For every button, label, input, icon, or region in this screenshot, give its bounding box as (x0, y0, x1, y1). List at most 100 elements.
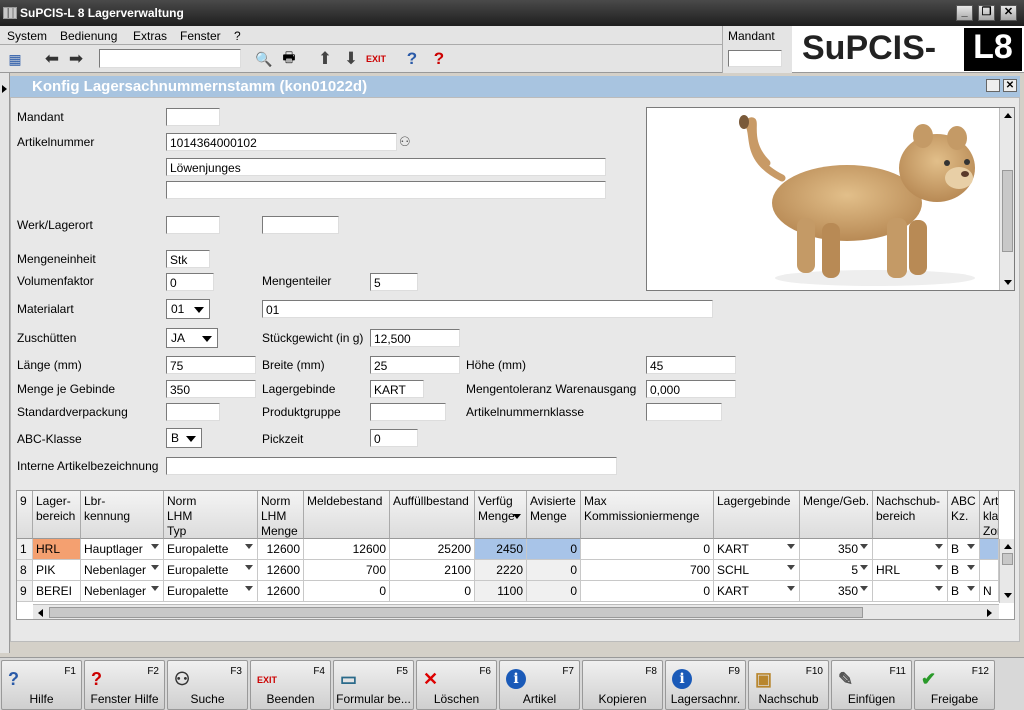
fkey-9-button[interactable]: F9 Lagersachnr. i (665, 660, 746, 710)
mengentoleranz-field[interactable]: 0,000 (646, 380, 736, 398)
grid-scroll-up-icon[interactable] (1004, 544, 1012, 549)
volumenfaktor-field[interactable]: 0 (166, 273, 214, 291)
hoehe-field[interactable]: 45 (646, 356, 736, 374)
table-cell[interactable]: Hauptlager (81, 539, 164, 560)
col-header[interactable]: Auffüllbestand (390, 491, 475, 539)
menu-bedienung[interactable]: Bedienung (60, 29, 117, 43)
image-scrollbar[interactable] (999, 108, 1014, 290)
menge-gebinde-field[interactable]: 350 (166, 380, 256, 398)
table-cell[interactable]: 25200 (390, 539, 475, 560)
artikelnummernklasse-field[interactable] (646, 403, 722, 421)
table-cell[interactable]: SCHL (714, 560, 800, 581)
table-cell[interactable]: 8 (17, 560, 33, 581)
bezeichnung1-field[interactable]: Löwenjunges (166, 158, 606, 176)
toolbar-input[interactable] (99, 49, 241, 68)
table-cell[interactable]: 0 (581, 539, 714, 560)
fkey-4-button[interactable]: F4 Beenden EXIT (250, 660, 331, 710)
back-arrow-icon[interactable]: ⬅ (40, 48, 64, 70)
fkey-12-button[interactable]: F12 Freigabe ✔ (914, 660, 995, 710)
artikelnummer-field[interactable]: 1014364000102 (166, 133, 397, 151)
table-cell[interactable] (873, 581, 948, 602)
grid-hscroll[interactable] (33, 604, 999, 619)
table-cell[interactable]: Nebenlager (81, 560, 164, 581)
menu-help[interactable]: ? (234, 29, 241, 43)
table-cell[interactable]: BEREI (33, 581, 81, 602)
table-cell[interactable]: 2450 (475, 539, 527, 560)
fkey-3-button[interactable]: F3 Suche ⚇ (167, 660, 248, 710)
bezeichnung2-field[interactable] (166, 181, 606, 199)
table-cell[interactable]: 2100 (390, 560, 475, 581)
table-cell[interactable]: 1100 (475, 581, 527, 602)
produktgruppe-field[interactable] (370, 403, 446, 421)
col-header[interactable]: Lager- bereich (33, 491, 81, 539)
menu-extras[interactable]: Extras (133, 29, 167, 43)
col-header[interactable]: Max Kommissioniermenge (581, 491, 714, 539)
fkey-10-button[interactable]: F10 Nachschub ▣ (748, 660, 829, 710)
table-cell[interactable]: 12600 (258, 581, 304, 602)
abc-klasse-select[interactable]: B (166, 428, 202, 448)
table-cell[interactable]: 12600 (304, 539, 390, 560)
pickzeit-field[interactable]: 0 (370, 429, 418, 447)
col-header[interactable]: Norm LHM Menge (258, 491, 304, 539)
binoculars-icon[interactable]: ⚇ (399, 134, 411, 150)
grid-scroll-thumb[interactable] (1002, 553, 1013, 565)
up-arrow-icon[interactable]: ⬆ (313, 48, 337, 70)
table-cell[interactable] (873, 539, 948, 560)
table-cell[interactable]: KART (714, 539, 800, 560)
table-cell[interactable]: KART (714, 581, 800, 602)
col-header[interactable]: Lagergebinde (714, 491, 800, 539)
col-header[interactable]: Norm LHM Typ (164, 491, 258, 539)
col-header[interactable]: Avisierte Menge (527, 491, 581, 539)
table-cell[interactable]: 0 (527, 539, 581, 560)
materialart-select[interactable]: 01 (166, 299, 210, 319)
table-cell[interactable]: 700 (304, 560, 390, 581)
table-cell[interactable]: B (948, 539, 980, 560)
table-cell[interactable] (980, 560, 999, 581)
grid-vscroll[interactable] (999, 539, 1014, 603)
laenge-field[interactable]: 75 (166, 356, 256, 374)
table-cell[interactable]: 350 (800, 581, 873, 602)
stueckgewicht-field[interactable]: 12,500 (370, 329, 460, 347)
table-cell[interactable]: 700 (581, 560, 714, 581)
fkey-11-button[interactable]: F11 Einfügen ✎ (831, 660, 912, 710)
table-cell[interactable]: N (980, 581, 999, 602)
exit-icon[interactable]: EXIT (364, 48, 388, 70)
menu-system[interactable]: System (7, 29, 47, 43)
col-header[interactable]: Nachschub- bereich (873, 491, 948, 539)
table-cell[interactable]: 0 (527, 560, 581, 581)
standardverpackung-field[interactable] (166, 403, 220, 421)
scroll-up-icon[interactable] (1004, 113, 1012, 118)
breite-field[interactable]: 25 (370, 356, 460, 374)
table-cell[interactable]: B (948, 581, 980, 602)
table-cell[interactable]: 0 (527, 581, 581, 602)
table-cell[interactable]: B (948, 560, 980, 581)
table-cell[interactable]: 1 (17, 539, 33, 560)
restore-button[interactable]: ❐ (978, 5, 995, 21)
mengenteiler-field[interactable]: 5 (370, 273, 418, 291)
panel-close-icon[interactable]: ✕ (1003, 79, 1017, 92)
table-cell[interactable]: Nebenlager (81, 581, 164, 602)
table-cell[interactable]: 0 (304, 581, 390, 602)
col-header[interactable]: Menge/Geb. (800, 491, 873, 539)
fkey-5-button[interactable]: F5 Formular be... ▭ (333, 660, 414, 710)
table-cell[interactable]: 2220 (475, 560, 527, 581)
table-cell[interactable]: 9 (17, 581, 33, 602)
grid-scroll-left-icon[interactable] (38, 609, 43, 617)
zuschuetten-select[interactable]: JA (166, 328, 218, 348)
lagerort-field[interactable] (262, 216, 339, 234)
table-cell[interactable]: 350 (800, 539, 873, 560)
mengeneinheit-field[interactable]: Stk (166, 250, 210, 268)
preview-icon[interactable]: 🔍 (252, 48, 276, 70)
interne-artikelbezeichnung-field[interactable] (166, 457, 617, 475)
down-arrow-icon[interactable]: ⬇ (339, 48, 363, 70)
table-cell[interactable]: 0 (581, 581, 714, 602)
table-cell[interactable]: Europalette (164, 560, 258, 581)
table-cell[interactable]: 5 (800, 560, 873, 581)
fkey-1-button[interactable]: F1 Hilfe? (1, 660, 82, 710)
sort-icon[interactable] (513, 514, 521, 519)
panel-float-icon[interactable] (986, 79, 1000, 92)
table-cell[interactable]: 12600 (258, 560, 304, 581)
scroll-down-icon[interactable] (1004, 280, 1012, 285)
table-cell[interactable]: 0 (390, 581, 475, 602)
table-cell[interactable]: PIK (33, 560, 81, 581)
